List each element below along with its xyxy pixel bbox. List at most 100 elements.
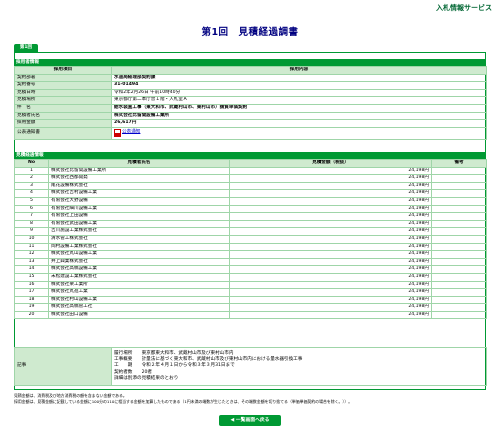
bid-note [431, 310, 487, 320]
bid-no: 2 [14, 174, 49, 183]
bid-row: 5 有限会社大野設備 24,198円 [14, 196, 487, 206]
col-note-header: 備考 [431, 159, 487, 168]
bid-no: 19 [14, 303, 49, 312]
bidder-name: 有限会社上田設備 [48, 212, 230, 221]
bidder-name: 株式会社栗工業所 [48, 280, 230, 290]
back-to-list-button[interactable]: ◀ 一覧画面へ戻る [219, 415, 281, 426]
service-link[interactable]: 入札情報サービス [436, 3, 492, 13]
bid-row: 7 有限会社上田設備 24,198円 [14, 212, 487, 221]
bid-row: 20 株式会社田口設備 24,198円 [14, 310, 487, 320]
field-value: 株式会社比留間設備工業所 [111, 111, 487, 121]
field-value: 31-01494 [111, 81, 487, 90]
bidder-name: 株式会社高橋管工社 [48, 303, 230, 312]
bid-amount: 24,198円 [229, 257, 432, 267]
bid-amount: 24,198円 [229, 219, 432, 229]
footer-notes: 見積金額は、消費税及び地方消費税の額を含まない金額である。 採用金額は、見積金額… [14, 393, 486, 405]
procurer-row-contract-no: 契約番号 31-01494 [14, 81, 487, 90]
bid-row: 19 株式会社高橋管工社 24,198円 [14, 303, 487, 312]
bid-no: 14 [14, 265, 49, 274]
bid-note [431, 189, 487, 198]
remarks-content: 履行場所 東京都東大和市、武蔵村山市及び東村山市内 工事概要 計量法に基づく東大… [111, 347, 487, 386]
field-value: 令和2年2月26日 午前10時40分 [111, 88, 487, 98]
bid-no: 16 [14, 280, 49, 290]
bid-row: 12 株式会社丸山設備工業 24,198円 [14, 250, 487, 259]
bid-amount: 24,198円 [229, 250, 432, 259]
bid-amount: 24,198円 [229, 242, 432, 252]
bid-amount: 24,198円 [229, 295, 432, 305]
bid-amount: 24,198円 [229, 227, 432, 236]
bid-no: 9 [14, 227, 49, 236]
bid-note [431, 204, 487, 214]
bid-row: 9 吉川施設工業株式会社 24,198円 [14, 227, 487, 236]
col-amount-header: 見積金額（税抜） [229, 159, 432, 168]
bidder-name: 有限会社大野設備 [48, 196, 230, 206]
bid-no: 17 [14, 288, 49, 297]
bid-note [431, 272, 487, 282]
bids-table: No 見積者氏名 見積金額（税抜） 備考 1 株式会社比留間設備工業所 24,198… [14, 159, 487, 320]
bidder-name: 株式会社比留間設備工業所 [48, 166, 230, 176]
bid-amount: 24,198円 [229, 204, 432, 214]
bid-amount: 24,198円 [229, 265, 432, 274]
bidder-name: 井上興業株式会社 [48, 257, 230, 267]
pdf-icon[interactable] [114, 128, 121, 137]
bid-no: 10 [14, 234, 49, 244]
bid-row: 3 尾花設備株式会社 24,198円 [14, 181, 487, 191]
bid-row: 17 株式会社丸進工業 24,198円 [14, 288, 487, 297]
col-content-header: 採用内容 [111, 66, 487, 75]
field-label: 公表通知書 [14, 126, 112, 140]
bid-amount: 24,198円 [229, 303, 432, 312]
notice-link[interactable]: 公表通知 [122, 129, 140, 134]
field-value: 26,617円 [111, 119, 487, 128]
col-item-header: 採用項目 [14, 66, 112, 75]
field-value: 水道局経理部契約課 [111, 73, 487, 83]
bids-header-row: No 見積者氏名 見積金額（税抜） 備考 [14, 159, 487, 168]
bidder-name: 岡村設備工業株式会社 [48, 242, 230, 252]
bid-note [431, 242, 487, 252]
bid-row: 18 株式会社村山設備工業 24,198円 [14, 295, 487, 305]
bidder-name: 株式会社村山設備工業 [48, 295, 230, 305]
bid-amount: 24,198円 [229, 280, 432, 290]
tab-round-1[interactable]: 第1回 [14, 44, 38, 52]
bidder-name: 末松建設工業株式会社 [48, 272, 230, 282]
bid-note [431, 280, 487, 290]
procurer-row-amount: 採用金額 26,617円 [14, 119, 487, 128]
bid-row: 1 株式会社比留間設備工業所 24,198円 [14, 166, 487, 176]
field-label: 採用金額 [14, 119, 112, 128]
bid-row: 8 有限会社武田設備工業 24,198円 [14, 219, 487, 229]
note-line-2: 採用金額は、見積金額に記載している金額に100分の110に相当する金額を加算した… [14, 399, 353, 404]
bidder-name: 株式会社高橋設備工業 [48, 265, 230, 274]
bid-row: 14 株式会社高橋設備工業 24,198円 [14, 265, 487, 274]
bid-amount: 24,198円 [229, 166, 432, 176]
procurer-row-place: 見積場所 東京都庁第二本庁舎１階・入札室Ａ [14, 96, 487, 105]
bid-no: 15 [14, 272, 49, 282]
bid-no: 20 [14, 310, 49, 320]
field-label: 契約部署 [14, 73, 112, 83]
bid-no: 18 [14, 295, 49, 305]
procurer-row-department: 契約部署 水道局経理部契約課 [14, 73, 487, 83]
bid-row: 13 井上興業株式会社 24,198円 [14, 257, 487, 267]
remarks-label: 記事 [14, 347, 112, 386]
bid-note [431, 257, 487, 267]
procurer-row-notice: 公表通知書 公表通知 [14, 126, 487, 140]
bid-row: 2 株式会社西都開発 24,198円 [14, 174, 487, 183]
procurer-table: 採用項目 採用内容 契約部署 水道局経理部契約課 契約番号 31-01494 見… [14, 66, 487, 140]
bid-row: 16 株式会社栗工業所 24,198円 [14, 280, 487, 290]
bid-row: 4 株式会社吉村設備工業 24,198円 [14, 189, 487, 198]
bid-amount: 24,198円 [229, 181, 432, 191]
bid-no: 11 [14, 242, 49, 252]
field-label: 見積場所 [14, 96, 112, 105]
bid-amount: 24,198円 [229, 310, 432, 320]
remarks-text: 履行場所 東京都東大和市、武蔵村山市及び東村山市内 工事概要 計量法に基づく東大… [114, 351, 303, 381]
procurer-header-row: 採用項目 採用内容 [14, 66, 487, 75]
bid-no: 6 [14, 204, 49, 214]
bid-no: 3 [14, 181, 49, 191]
bid-amount: 24,198円 [229, 212, 432, 221]
bid-amount: 24,198円 [229, 234, 432, 244]
bidder-name: 尾花設備株式会社 [48, 181, 230, 191]
bidder-name: 有限会社武田設備工業 [48, 219, 230, 229]
bid-row: 15 末松建設工業株式会社 24,198円 [14, 272, 487, 282]
bidder-name: 株式会社田口設備 [48, 310, 230, 320]
field-value: 公表通知 [111, 126, 487, 140]
bid-note [431, 265, 487, 274]
field-label: 見積者氏名 [14, 111, 112, 121]
